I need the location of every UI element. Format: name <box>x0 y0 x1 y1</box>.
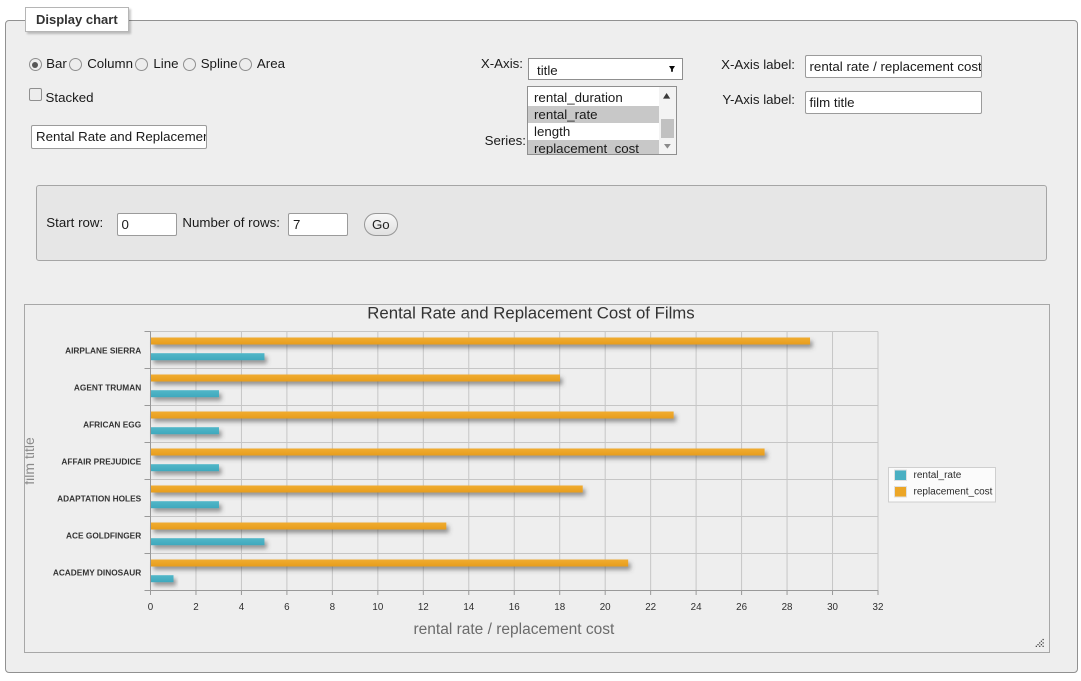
svg-text:28: 28 <box>782 602 793 613</box>
svg-text:22: 22 <box>645 602 656 613</box>
svg-text:4: 4 <box>239 602 245 613</box>
svg-text:2: 2 <box>193 602 198 613</box>
svg-text:AFFAIR PREJUDICE: AFFAIR PREJUDICE <box>61 456 141 466</box>
svg-text:12: 12 <box>418 602 429 613</box>
svg-text:replacement_cost: replacement_cost <box>914 486 993 497</box>
svg-text:ACE GOLDFINGER: ACE GOLDFINGER <box>66 530 141 540</box>
svg-text:26: 26 <box>736 602 747 613</box>
svg-text:30: 30 <box>827 602 838 613</box>
svg-text:0: 0 <box>148 602 154 613</box>
svg-text:rental_rate: rental_rate <box>914 470 962 481</box>
svg-text:24: 24 <box>691 602 702 613</box>
svg-text:18: 18 <box>554 602 565 613</box>
svg-text:AFRICAN EGG: AFRICAN EGG <box>83 419 141 429</box>
svg-text:8: 8 <box>330 602 336 613</box>
svg-text:Rental Rate and Replacement Co: Rental Rate and Replacement Cost of Film… <box>367 305 694 323</box>
svg-text:ADAPTATION HOLES: ADAPTATION HOLES <box>57 493 142 503</box>
svg-text:32: 32 <box>873 602 884 613</box>
svg-text:AIRPLANE SIERRA: AIRPLANE SIERRA <box>65 345 141 355</box>
svg-text:20: 20 <box>600 602 611 613</box>
svg-text:10: 10 <box>372 602 383 613</box>
svg-text:film title: film title <box>25 437 37 485</box>
svg-text:14: 14 <box>463 602 474 613</box>
svg-text:rental rate / replacement cost: rental rate / replacement cost <box>414 621 615 638</box>
svg-text:16: 16 <box>509 602 520 613</box>
svg-text:6: 6 <box>284 602 290 613</box>
svg-text:AGENT TRUMAN: AGENT TRUMAN <box>74 382 141 392</box>
svg-text:ACADEMY DINOSAUR: ACADEMY DINOSAUR <box>53 567 141 577</box>
